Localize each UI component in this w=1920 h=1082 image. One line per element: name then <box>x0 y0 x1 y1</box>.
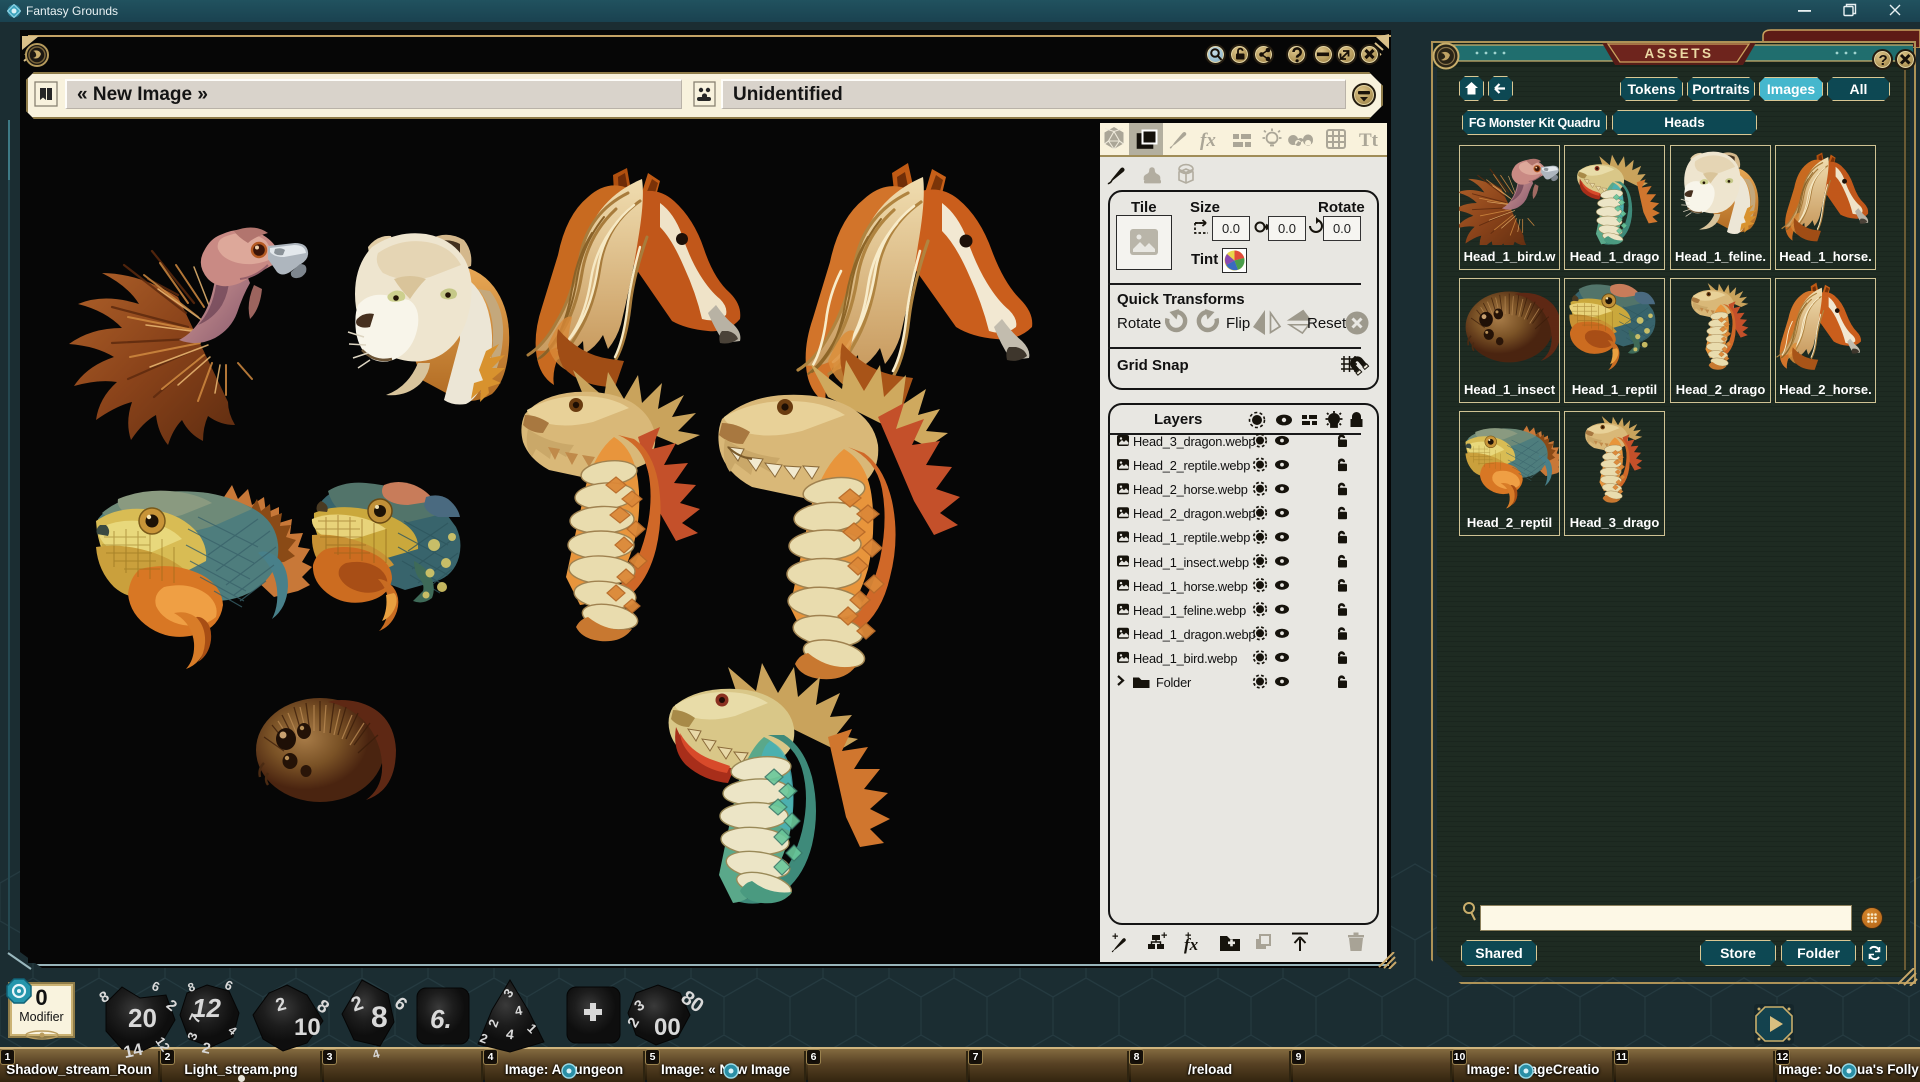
svg-text:+: + <box>1112 931 1118 943</box>
svg-text:12: 12 <box>192 993 221 1023</box>
svg-text:20: 20 <box>128 1003 157 1033</box>
svg-text:8: 8 <box>97 988 113 1007</box>
svg-text:fx: fx <box>1200 130 1216 151</box>
svg-text:Tt: Tt <box>1359 130 1379 151</box>
svg-text:4: 4 <box>371 1046 381 1060</box>
svg-text:6: 6 <box>150 978 162 995</box>
svg-text:+: + <box>1185 931 1191 942</box>
svg-text:6: 6 <box>391 993 412 1015</box>
svg-text:+: + <box>1161 931 1167 942</box>
svg-text:?: ? <box>1879 52 1888 69</box>
svg-text:00: 00 <box>654 1014 681 1041</box>
svg-text:10: 10 <box>294 1014 321 1041</box>
svg-text:8: 8 <box>371 1001 388 1034</box>
svg-text:6: 6 <box>222 977 235 994</box>
svg-text:6.: 6. <box>430 1004 452 1034</box>
